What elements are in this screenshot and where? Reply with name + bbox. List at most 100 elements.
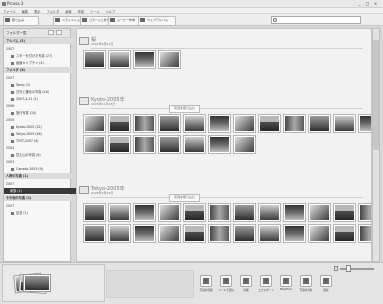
export-button[interactable]: エクスポート bbox=[257, 275, 275, 299]
photo-thumbnail[interactable] bbox=[133, 135, 156, 154]
photo-thumbnail[interactable] bbox=[108, 50, 131, 69]
photo-thumbnail[interactable] bbox=[158, 224, 181, 243]
photo-thumbnail[interactable] bbox=[158, 114, 181, 133]
sidebar-section[interactable]: 人物の写真 (1) bbox=[4, 173, 72, 179]
sidebar-section[interactable]: フォルダ (8) bbox=[4, 67, 72, 73]
photo-thumbnail[interactable] bbox=[233, 114, 256, 133]
sidebar-section[interactable]: その他の写真 (1) bbox=[4, 195, 72, 201]
collapse-toggle-icon[interactable] bbox=[79, 97, 89, 105]
collapse-toggle-icon[interactable] bbox=[79, 37, 89, 45]
mail-button[interactable]: メールで送信 bbox=[217, 275, 235, 299]
photo-thumbnail[interactable] bbox=[83, 50, 106, 69]
photo-thumbnail[interactable] bbox=[208, 203, 231, 222]
zoom-out-icon[interactable] bbox=[334, 266, 338, 271]
web-album-button[interactable]: ウェブアルバム bbox=[138, 16, 176, 26]
folder-sidebar: フォルダ一覧 アルバム (3) 2007 スターを付けた写真 (27) 画面キャプチャ… bbox=[3, 28, 76, 262]
sidebar-folder-item[interactable]: 旅行写真 (10) bbox=[6, 110, 75, 116]
photo-thumbnail[interactable] bbox=[108, 224, 131, 243]
minimize-button[interactable]: _ bbox=[356, 1, 363, 7]
photo-thumbnail[interactable] bbox=[83, 224, 106, 243]
photo-thumbnail[interactable] bbox=[183, 135, 206, 154]
maximize-button[interactable]: □ bbox=[364, 1, 371, 7]
photo-thumbnail[interactable] bbox=[208, 135, 231, 154]
photo-thumbnail[interactable] bbox=[333, 224, 356, 243]
collapse-toggle-icon[interactable] bbox=[79, 186, 89, 194]
sidebar-folder-item[interactable]: Canada-2003 (9) bbox=[6, 166, 75, 172]
sidebar-year: 2007 bbox=[6, 204, 15, 208]
sidebar-folder-item[interactable]: Tokyo-2005 (46) bbox=[6, 131, 75, 137]
photo-thumbnail[interactable] bbox=[133, 203, 156, 222]
action-label: 写真を共有 bbox=[299, 289, 313, 292]
photo-thumbnail[interactable] bbox=[258, 203, 281, 222]
photo-thumbnail[interactable] bbox=[258, 114, 281, 133]
photo-thumbnail[interactable] bbox=[83, 135, 106, 154]
sidebar-folder-item[interactable]: 日光と鎌倉の写真 (16) bbox=[6, 89, 75, 95]
photo-thumbnail[interactable] bbox=[108, 135, 131, 154]
photo-thumbnail[interactable] bbox=[133, 50, 156, 69]
view-toggle-icon[interactable] bbox=[56, 30, 62, 35]
photo-thumbnail[interactable] bbox=[358, 114, 371, 133]
sidebar-header: フォルダ一覧 bbox=[4, 29, 70, 38]
search-icon bbox=[273, 18, 277, 22]
close-button[interactable]: × bbox=[372, 1, 379, 7]
photo-thumbnail[interactable] bbox=[183, 224, 206, 243]
sidebar-folder-item[interactable]: 記念 (1) bbox=[6, 210, 75, 216]
movie-button[interactable]: ムービー作成 bbox=[108, 16, 142, 26]
photo-thumbnail[interactable] bbox=[133, 224, 156, 243]
zoom-slider-knob[interactable] bbox=[346, 265, 351, 272]
photo-thumbnail[interactable] bbox=[208, 224, 231, 243]
group-action-button[interactable]: 写真を取り込む bbox=[169, 105, 201, 113]
sidebar-folder-item[interactable]: TEST-2007 (4) bbox=[6, 138, 75, 144]
add-folder-icon[interactable] bbox=[48, 30, 54, 35]
tray-photo bbox=[23, 274, 51, 292]
blog-icon bbox=[280, 275, 292, 287]
photo-thumbnail[interactable] bbox=[308, 224, 331, 243]
photo-thumbnail[interactable] bbox=[108, 114, 131, 133]
photo-thumbnail[interactable] bbox=[233, 224, 256, 243]
scrollbar-thumb[interactable] bbox=[373, 40, 379, 150]
sidebar-folder-item[interactable]: Temp (3) bbox=[6, 82, 75, 88]
print-order-icon bbox=[240, 275, 252, 287]
sidebar-section[interactable]: アルバム (3) bbox=[4, 38, 72, 44]
photo-thumbnail[interactable] bbox=[158, 135, 181, 154]
photo-thumbnail[interactable] bbox=[283, 203, 306, 222]
photo-thumbnail[interactable] bbox=[233, 135, 256, 154]
photo-thumbnail[interactable] bbox=[358, 203, 371, 222]
photo-thumbnail[interactable] bbox=[308, 114, 331, 133]
sidebar-folder-item[interactable]: Kyoto-2005 (22) bbox=[6, 124, 75, 130]
photo-thumbnail[interactable] bbox=[358, 224, 371, 243]
photo-thumbnail[interactable] bbox=[333, 203, 356, 222]
blog-button[interactable]: BlogThis! bbox=[277, 275, 295, 299]
photo-thumbnail[interactable] bbox=[333, 114, 356, 133]
group-action-button[interactable]: 写真を取り込む bbox=[169, 194, 201, 202]
photo-thumbnail[interactable] bbox=[183, 203, 206, 222]
tray-photo-stack[interactable] bbox=[13, 272, 51, 294]
print-order-button[interactable]: 印刷 bbox=[237, 275, 255, 299]
photo-thumbnail[interactable] bbox=[183, 114, 206, 133]
group-divider bbox=[91, 197, 363, 198]
sidebar-folder-item[interactable]: 画面キャプチャ (4) bbox=[6, 60, 75, 66]
photo-thumbnail[interactable] bbox=[283, 224, 306, 243]
import-button[interactable]: 取り込み bbox=[3, 16, 39, 26]
photo-thumbnail[interactable] bbox=[83, 203, 106, 222]
title-bar: Picasa 3 _ □ × bbox=[0, 0, 383, 8]
photo-thumbnail[interactable] bbox=[108, 203, 131, 222]
photo-thumbnail[interactable] bbox=[83, 114, 106, 133]
photo-thumbnail[interactable] bbox=[208, 114, 231, 133]
photo-thumbnail[interactable] bbox=[158, 50, 181, 69]
save-button[interactable]: 保存 bbox=[317, 275, 335, 299]
sidebar-folder-item[interactable]: 富士山の写真 (6) bbox=[6, 152, 75, 158]
sidebar-folder-item[interactable]: 2007-4-21 (1) bbox=[6, 96, 75, 102]
share-button[interactable]: 写真を共有 bbox=[297, 275, 315, 299]
photo-thumbnail[interactable] bbox=[283, 114, 306, 133]
photo-thumbnail[interactable] bbox=[258, 224, 281, 243]
photo-thumbnail[interactable] bbox=[233, 203, 256, 222]
sidebar-folder-item[interactable]: 家族 (1) bbox=[4, 188, 76, 194]
sidebar-folder-item[interactable]: スターを付けた写真 (27) bbox=[6, 53, 75, 59]
search-input[interactable] bbox=[271, 16, 361, 24]
printer-button[interactable]: 写真を印刷 bbox=[197, 275, 215, 299]
photo-thumbnail[interactable] bbox=[158, 203, 181, 222]
photo-thumbnail[interactable] bbox=[133, 114, 156, 133]
photo-thumbnail[interactable] bbox=[308, 203, 331, 222]
action-label: 保存 bbox=[323, 289, 329, 292]
